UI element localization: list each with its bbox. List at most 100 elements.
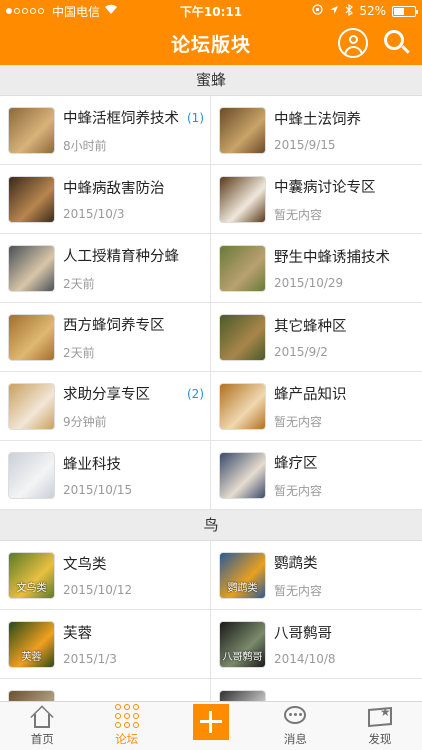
search-button[interactable] [382, 28, 412, 58]
tab-plus[interactable] [169, 702, 253, 750]
forum-board-item[interactable]: 蜂疗区 暂无内容 [211, 441, 422, 510]
forum-board-item[interactable]: 中蜂土法饲养 2015/9/15 [211, 96, 422, 165]
forum-board-item[interactable]: 蜂业科技 2015/10/15 [0, 441, 211, 510]
forum-board-item[interactable]: 八哥鹩哥 八哥鹩哥 2014/10/8 [211, 610, 422, 679]
board-name: 蜂产品知识 [274, 386, 347, 403]
user-icon [349, 35, 358, 44]
forum-board-item[interactable]: 四喜 [211, 679, 422, 701]
new-post-count-badge: (2) [187, 387, 204, 401]
forum-board-item[interactable]: 人工授精育种分蜂 2天前 [0, 234, 211, 303]
forum-board-item[interactable]: 芙蓉 芙蓉 2015/1/3 [0, 610, 211, 679]
forum-board-item[interactable]: 中蜂活框饲养技术 8小时前 (1) [0, 96, 211, 165]
board-info: 西方蜂饲养专区 2天前 [63, 314, 210, 361]
forum-board-item[interactable]: 中囊病讨论专区 暂无内容 [211, 165, 422, 234]
board-last-updated: 2015/10/15 [63, 483, 133, 497]
board-last-updated: 2015/10/29 [274, 276, 344, 290]
board-name: 蜂疗区 [274, 455, 318, 472]
section-header: 鸟 [0, 510, 422, 541]
board-thumbnail [220, 176, 265, 222]
forum-board-item[interactable]: 野生中蜂诱捕技术 2015/10/29 [211, 234, 422, 303]
page-title: 论坛版块 [170, 34, 251, 56]
board-last-updated: 8小时前 [63, 138, 107, 153]
status-right: 52% [312, 3, 418, 19]
board-info: 蜂疗区 暂无内容 [274, 452, 422, 499]
tab-label: 论坛 [115, 732, 139, 746]
forum-board-item[interactable]: 西方蜂饲养专区 2天前 [0, 303, 211, 372]
board-last-updated: 暂无内容 [274, 414, 323, 429]
board-last-updated: 2015/9/15 [274, 138, 336, 152]
board-name: 中蜂土法饲养 [274, 112, 361, 128]
wifi-icon [104, 4, 118, 18]
map-icon: ★ [366, 702, 394, 730]
board-info: 其它蜂种区 2015/9/2 [274, 315, 422, 359]
board-last-updated: 2天前 [63, 345, 95, 360]
home-icon [28, 702, 56, 730]
thumbnail-caption: 八哥鹩哥 [222, 651, 263, 663]
board-thumbnail [9, 383, 54, 429]
board-thumbnail [9, 107, 54, 153]
thumbnail-caption: 芙蓉 [21, 651, 42, 663]
board-name: 文鸟类 [63, 557, 107, 573]
board-info: 中蜂病敌害防治 2015/10/3 [63, 177, 210, 221]
battery-icon [392, 5, 418, 17]
board-last-updated: 暂无内容 [274, 483, 323, 498]
board-last-updated: 2015/10/3 [63, 207, 125, 221]
board-last-updated: 2015/9/2 [274, 345, 328, 359]
board-name: 蜂业科技 [63, 457, 121, 473]
battery-level [394, 7, 405, 15]
board-name: 野生中蜂诱捕技术 [274, 250, 390, 266]
board-thumbnail: 芙蓉 [9, 621, 54, 667]
grid-dots-icon [113, 702, 141, 730]
board-thumbnail [220, 245, 265, 291]
board-last-updated: 暂无内容 [274, 207, 323, 222]
board-info: 蜂产品知识 暂无内容 [274, 383, 422, 430]
tab-home[interactable]: 首页 [0, 702, 84, 750]
board-thumbnail [9, 452, 54, 498]
board-last-updated: 9分钟前 [63, 414, 107, 429]
board-info: 中蜂土法饲养 2015/9/15 [274, 108, 422, 152]
forum-board-item[interactable]: 其它蜂种区 2015/9/2 [211, 303, 422, 372]
board-thumbnail [220, 107, 265, 153]
forum-board-item[interactable]: 文鸟类 文鸟类 2015/10/12 [0, 541, 211, 610]
thumbnail-caption: 鹦鹉类 [227, 582, 258, 594]
tab-label: 发现 [368, 732, 392, 746]
section-header: 蜜蜂 [0, 65, 422, 96]
board-info: 野生中蜂诱捕技术 2015/10/29 [274, 246, 422, 290]
board-info: 八哥鹩哥 2014/10/8 [274, 622, 422, 666]
board-name: 芙蓉 [63, 626, 92, 642]
tab-grid-dots[interactable]: 论坛 [84, 702, 168, 750]
forum-board-item[interactable]: 鹦鹉类 鹦鹉类 暂无内容 [211, 541, 422, 610]
board-info: 人工授精育种分蜂 2天前 [63, 245, 210, 292]
board-name: 其它蜂种区 [274, 319, 347, 335]
board-last-updated: 2015/10/12 [63, 583, 133, 597]
user-profile-button[interactable] [338, 28, 368, 58]
board-info: 芙蓉 2015/1/3 [63, 622, 210, 666]
board-last-updated: 2014/10/8 [274, 652, 336, 666]
signal-icon [6, 8, 44, 14]
board-thumbnail [220, 690, 265, 701]
forum-board-item[interactable]: 画眉鸟 [0, 679, 211, 701]
board-info: 文鸟类 2015/10/12 [63, 553, 210, 597]
carrier-group: 中国电信 [6, 3, 118, 20]
board-last-updated: 2天前 [63, 276, 95, 291]
board-thumbnail [9, 245, 54, 291]
board-last-updated: 暂无内容 [274, 583, 323, 598]
board-name: 人工授精育种分蜂 [63, 248, 179, 265]
board-name: 中蜂病敌害防治 [63, 181, 165, 197]
forum-board-item[interactable]: 求助分享专区 9分钟前 (2) [0, 372, 211, 441]
status-bar: 中国电信 下午10:11 52% [0, 0, 422, 22]
board-name: 鹦鹉类 [274, 555, 318, 572]
message-icon [281, 702, 309, 730]
nav-bar: 论坛版块 [0, 22, 422, 65]
top-bar: 中国电信 下午10:11 52% 论坛版块 [0, 0, 422, 65]
forum-board-item[interactable]: 中蜂病敌害防治 2015/10/3 [0, 165, 211, 234]
nav-actions [338, 28, 412, 58]
tab-map[interactable]: ★ 发现 [338, 702, 422, 750]
thumbnail-caption: 文鸟类 [16, 582, 47, 594]
plus-icon [193, 703, 230, 740]
forum-board-item[interactable]: 蜂产品知识 暂无内容 [211, 372, 422, 441]
forum-list[interactable]: 蜜蜂 中蜂活框饲养技术 8小时前 (1) 中蜂土法饲养 2015/9/15 中蜂病敌害防治 2… [0, 65, 422, 701]
tab-message[interactable]: 消息 [253, 702, 337, 750]
tab-label: 首页 [30, 732, 54, 746]
board-thumbnail [220, 314, 265, 360]
